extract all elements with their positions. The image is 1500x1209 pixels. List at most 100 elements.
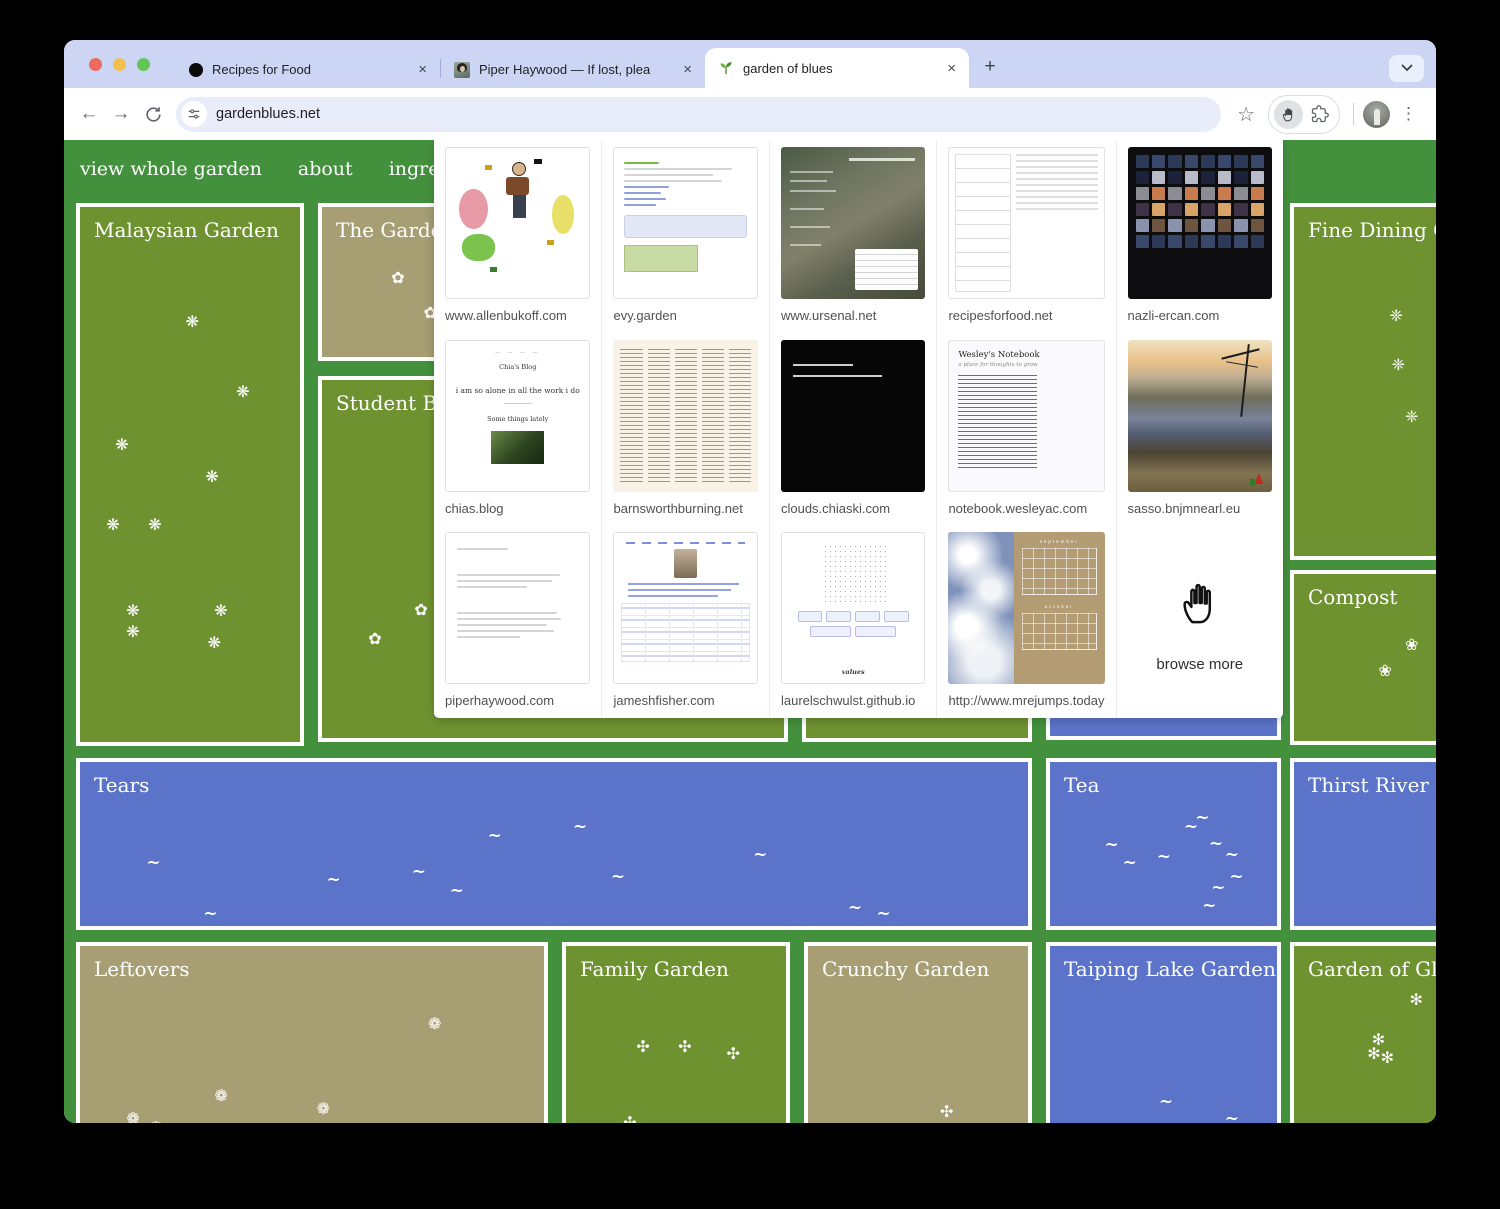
reload-button[interactable]: [137, 98, 169, 130]
close-window-button[interactable]: [89, 58, 102, 71]
site-url-label: http://www.mrejumps.today: [948, 693, 1104, 708]
tilde-glyph: ~: [1123, 855, 1137, 872]
site-url-label: www.allenbukoff.com: [445, 308, 590, 323]
site-url-label: chias.blog: [445, 501, 590, 516]
flower-glyph: ✣: [727, 1046, 740, 1062]
browse-more-label: browse more: [1156, 656, 1243, 673]
browse-more-button[interactable]: browse more: [1116, 525, 1283, 718]
site-card-nazli[interactable]: nazli-ercan.com: [1116, 140, 1283, 333]
flower-glyph: ❈: [1405, 409, 1418, 425]
recipesforfood-thumbnail: [948, 147, 1104, 299]
seedling-icon: [718, 60, 734, 76]
tilde-glyph: ~: [1202, 898, 1216, 915]
flower-glyph: ❋: [148, 517, 161, 533]
garden-tile-malaysian[interactable]: Malaysian Garden❋❋❋❋❋❋❋❋❋❋: [76, 203, 304, 746]
tilde-glyph: ~: [1157, 849, 1171, 866]
browser-toolbar: ← → gardenblues.net ☆ ⋮: [64, 88, 1436, 140]
tab-strip: Recipes for Food × Piper Haywood — If lo…: [64, 40, 1436, 88]
piperhaywood-thumbnail: [445, 532, 590, 684]
close-tab-icon[interactable]: ×: [415, 61, 430, 78]
garden-tile-tears[interactable]: Tears~~~~~~~~~~~: [76, 758, 1032, 930]
site-card-allenbukoff[interactable]: www.allenbukoff.com: [434, 140, 601, 333]
site-card-piperhaywood[interactable]: piperhaywood.com: [434, 525, 601, 718]
garden-tile-crunchy-garden[interactable]: Crunchy Garden✣: [804, 942, 1032, 1123]
tilde-glyph: ~: [450, 883, 464, 900]
site-card-chias[interactable]: — — — —Chia's Blogi am so alone in all t…: [434, 333, 601, 526]
site-url-label: clouds.chiaski.com: [781, 501, 925, 516]
site-card-ursenal[interactable]: www.ursenal.net: [769, 140, 936, 333]
site-url-label: nazli-ercan.com: [1128, 308, 1272, 323]
extensions-puzzle-icon[interactable]: [1306, 100, 1334, 128]
site-card-evy[interactable]: evy.garden: [601, 140, 768, 333]
black-circle-icon: [189, 63, 203, 77]
tilde-glyph: ~: [876, 906, 890, 923]
hand-extension-icon[interactable]: [1274, 100, 1303, 129]
site-card-mrejumps[interactable]: septemberoctoberhttp://www.mrejumps.toda…: [936, 525, 1115, 718]
site-url-label: barnsworthburning.net: [613, 501, 757, 516]
site-card-sasso[interactable]: sasso.bnjmnearl.eu: [1116, 333, 1283, 526]
flower-glyph: ❋: [115, 437, 128, 453]
zoom-window-button[interactable]: [137, 58, 150, 71]
url-text[interactable]: gardenblues.net: [216, 106, 320, 122]
flower-glyph: ❋: [186, 314, 199, 330]
tilde-glyph: ~: [1211, 880, 1225, 897]
site-url-label: laurelschwulst.github.io: [781, 693, 925, 708]
site-card-clouds[interactable]: clouds.chiaski.com: [769, 333, 936, 526]
site-settings-icon[interactable]: [181, 101, 207, 127]
nav-view-whole-garden[interactable]: view whole garden: [80, 158, 262, 180]
tilde-glyph: ~: [326, 872, 340, 889]
tilde-glyph: ~: [488, 828, 502, 845]
tile-title: Tears: [80, 762, 1028, 808]
wesleyac-thumbnail: Wesley's Notebooka place for thoughts to…: [948, 340, 1104, 492]
tab-recipes-for-food[interactable]: Recipes for Food ×: [176, 51, 440, 88]
garden-tile-taiping[interactable]: Taiping Lake Gardens~~: [1046, 942, 1281, 1123]
tilde-glyph: ~: [1184, 819, 1198, 836]
tile-title: Tea: [1050, 762, 1277, 808]
minimize-window-button[interactable]: [113, 58, 126, 71]
tilde-glyph: ~: [412, 864, 426, 881]
garden-tile-thirst-river[interactable]: Thirst River: [1290, 758, 1436, 930]
site-card-barnsworth[interactable]: barnsworthburning.net: [601, 333, 768, 526]
sasso-thumbnail: [1128, 340, 1272, 492]
search-tabs-button[interactable]: [1389, 55, 1424, 82]
toolbar-divider: [1353, 103, 1354, 125]
site-card-wesleyac[interactable]: Wesley's Notebooka place for thoughts to…: [936, 333, 1115, 526]
garden-tile-family-garden[interactable]: Family Garden✣✣✣✣: [562, 942, 790, 1123]
extensions-pill: [1268, 95, 1340, 134]
garden-tile-leftovers[interactable]: Leftovers❁❁❁❁❁: [76, 942, 548, 1123]
garden-tile-compost[interactable]: Compost❀❀: [1290, 570, 1436, 745]
garden-tile-tea[interactable]: Tea~~~~~~~~~~: [1046, 758, 1281, 930]
address-bar[interactable]: gardenblues.net: [176, 97, 1221, 132]
close-tab-icon[interactable]: ×: [680, 61, 695, 78]
chevron-down-icon: [1401, 64, 1413, 72]
browser-menu-icon[interactable]: ⋮: [1390, 104, 1427, 124]
garden-tile-fine-dining[interactable]: Fine Dining Garden❈❈❈: [1290, 203, 1436, 560]
flower-glyph: ✻: [1381, 1050, 1394, 1066]
tab-title: Piper Haywood — If lost, plea: [479, 62, 671, 77]
flower-glyph: ❁: [126, 1111, 139, 1123]
allenbukoff-thumbnail: [445, 147, 590, 299]
flower-glyph: ✣: [636, 1039, 649, 1055]
site-card-laurel[interactable]: valueslaurelschwulst.github.io: [769, 525, 936, 718]
flower-glyph: ✣: [678, 1039, 691, 1055]
back-button[interactable]: ←: [73, 98, 105, 130]
flower-glyph: ❀: [1405, 637, 1418, 653]
bookmark-star-icon[interactable]: ☆: [1228, 102, 1264, 127]
window-controls: [64, 40, 176, 88]
garden-tile-garden-of-glues[interactable]: Garden of Glues✻✻✻✻: [1290, 942, 1436, 1123]
tile-title: Family Garden: [566, 946, 786, 992]
site-card-jameshfisher[interactable]: jameshfisher.com: [601, 525, 768, 718]
flower-glyph: ❋: [126, 603, 139, 619]
nav-about[interactable]: about: [298, 158, 353, 180]
tab-garden-of-blues[interactable]: garden of blues ×: [705, 48, 969, 88]
close-tab-icon[interactable]: ×: [944, 60, 959, 77]
forward-button[interactable]: →: [105, 98, 137, 130]
profile-avatar[interactable]: [1363, 101, 1390, 128]
tilde-glyph: ~: [848, 900, 862, 917]
portrait-photo-icon: [454, 62, 470, 78]
new-tab-button[interactable]: +: [975, 52, 1005, 82]
flower-glyph: ❁: [317, 1101, 330, 1117]
site-card-recipesforfood[interactable]: recipesforfood.net: [936, 140, 1115, 333]
flower-glyph: ❋: [214, 603, 227, 619]
tab-piper-haywood[interactable]: Piper Haywood — If lost, plea ×: [441, 51, 705, 88]
